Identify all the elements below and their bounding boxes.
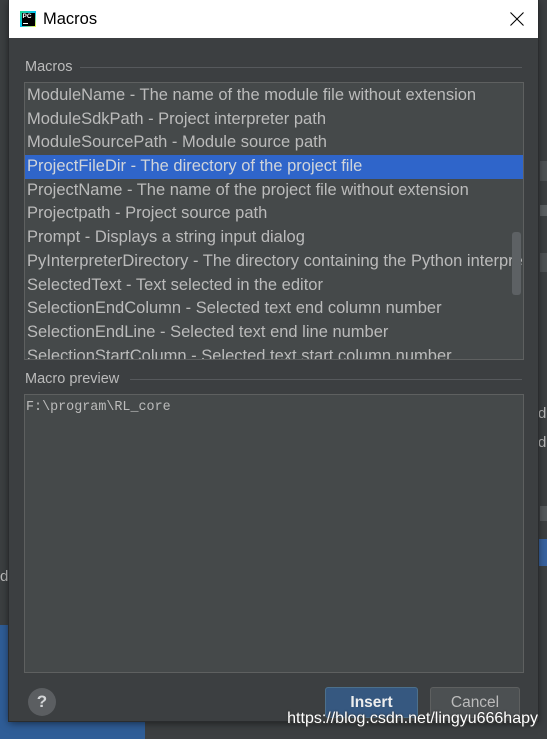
parent-toolbar-icon xyxy=(540,253,547,272)
parent-toolbar-icon xyxy=(540,161,547,181)
macro-list-item[interactable]: Projectpath - Project source path xyxy=(25,202,523,226)
parent-ui-element xyxy=(540,205,547,216)
list-scrollbar[interactable] xyxy=(512,83,521,359)
list-scrollbar-thumb[interactable] xyxy=(512,231,521,296)
parent-text-fragment: do xyxy=(538,405,547,422)
pycharm-logo-icon: PC xyxy=(20,11,36,27)
macro-list-item[interactable]: ProjectName - The name of the project fi… xyxy=(25,179,523,203)
macro-list-item[interactable]: SelectionEndColumn - Selected text end c… xyxy=(25,297,523,321)
parent-selected-button xyxy=(538,539,547,566)
macro-list-item-selected[interactable]: ProjectFileDir - The directory of the pr… xyxy=(25,155,523,179)
help-button[interactable]: ? xyxy=(28,688,56,716)
section-separator xyxy=(80,67,522,68)
dialog-title: Macros xyxy=(43,10,98,28)
macro-list-item[interactable]: SelectionStartColumn - Selected text sta… xyxy=(25,345,523,359)
macro-list[interactable]: ModuleName - The name of the module file… xyxy=(24,82,524,360)
macro-list-item[interactable]: ModuleSourcePath - Module source path xyxy=(25,131,523,155)
logo-text: PC xyxy=(22,12,32,20)
parent-text-fragment: de xyxy=(538,434,547,451)
screen: d do de PC Macros M xyxy=(0,0,547,739)
macro-preview-area[interactable]: F:\program\RL_core xyxy=(24,394,524,673)
macros-section-label: Macros xyxy=(25,59,73,75)
macro-preview-label: Macro preview xyxy=(25,371,120,387)
parent-window-right-edge: do de xyxy=(538,0,547,739)
macro-list-item[interactable]: SelectionEndLine - Selected text end lin… xyxy=(25,321,523,345)
logo-inner: PC xyxy=(21,12,35,26)
title-bar[interactable]: PC Macros xyxy=(9,0,538,38)
section-separator xyxy=(130,379,522,380)
parent-text-fragment: d xyxy=(0,568,9,585)
macros-dialog: PC Macros Macros ModuleName - The name o… xyxy=(9,0,538,721)
macro-list-rows: ModuleName - The name of the module file… xyxy=(25,84,523,359)
close-button[interactable] xyxy=(502,4,532,34)
macro-list-item[interactable]: Prompt - Displays a string input dialog xyxy=(25,226,523,250)
macro-list-item[interactable]: ModuleSdkPath - Project interpreter path xyxy=(25,108,523,132)
close-icon xyxy=(510,12,524,26)
macro-list-item[interactable]: ModuleName - The name of the module file… xyxy=(25,84,523,108)
question-mark-icon: ? xyxy=(36,692,48,711)
logo-underscore xyxy=(23,22,28,24)
macro-preview-text: F:\program\RL_core xyxy=(26,400,171,415)
macro-list-item[interactable]: SelectedText - Text selected in the edit… xyxy=(25,274,523,298)
watermark: https://blog.csdn.net/lingyu666hapy xyxy=(287,710,538,727)
parent-ui-element xyxy=(540,506,547,521)
macro-list-item[interactable]: PyInterpreterDirectory - The directory c… xyxy=(25,250,523,274)
